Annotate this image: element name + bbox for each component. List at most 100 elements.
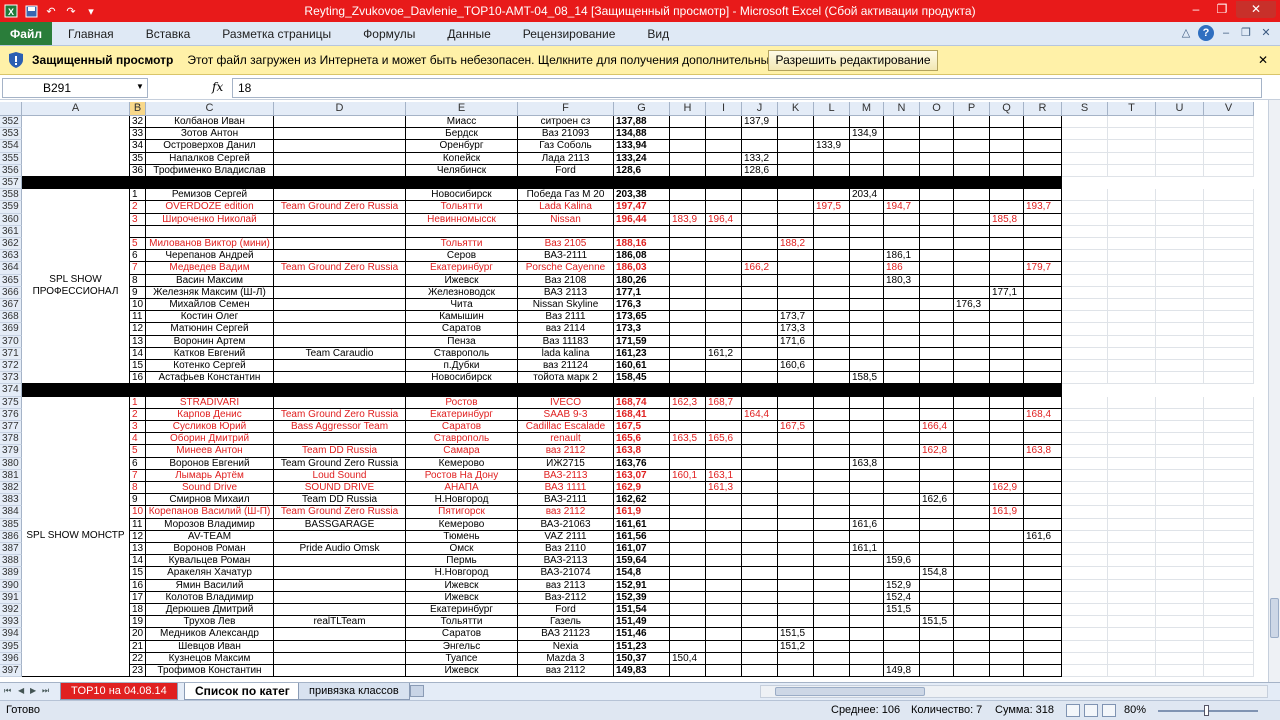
cell-l[interactable] bbox=[814, 604, 850, 617]
cell-s[interactable] bbox=[1062, 518, 1108, 531]
cell-s[interactable] bbox=[1062, 372, 1108, 385]
cell-v[interactable] bbox=[1204, 469, 1254, 482]
cell-m[interactable]: 161,6 bbox=[850, 518, 884, 531]
cell-d[interactable]: Pride Audio Omsk bbox=[274, 543, 406, 556]
cell-d[interactable] bbox=[274, 311, 406, 324]
cell-s[interactable] bbox=[1062, 543, 1108, 556]
cell-o[interactable] bbox=[920, 262, 954, 275]
cell-f[interactable]: ваз 2113 bbox=[518, 579, 614, 592]
cell-h[interactable] bbox=[670, 482, 706, 495]
cell-r[interactable] bbox=[1024, 347, 1062, 360]
cell-p[interactable] bbox=[954, 286, 990, 299]
cell-d[interactable] bbox=[274, 238, 406, 251]
cell-o[interactable] bbox=[920, 469, 954, 482]
cell-s[interactable] bbox=[1062, 238, 1108, 251]
cell-c[interactable]: Воронин Артем bbox=[146, 335, 274, 348]
cell-c[interactable]: Минеев Антон bbox=[146, 445, 274, 458]
cell-s[interactable] bbox=[1062, 628, 1108, 641]
cell-p[interactable] bbox=[954, 262, 990, 275]
row-number[interactable]: 360 bbox=[0, 213, 22, 226]
cell-u[interactable] bbox=[1156, 262, 1204, 275]
cell-l[interactable] bbox=[814, 299, 850, 312]
cell-f[interactable]: VAZ 2111 bbox=[518, 530, 614, 543]
cell-u[interactable] bbox=[1156, 164, 1204, 177]
cell-l[interactable] bbox=[814, 189, 850, 202]
cell-b[interactable]: 9 bbox=[130, 494, 146, 507]
cell-v[interactable] bbox=[1204, 482, 1254, 495]
close-button[interactable]: ✕ bbox=[1236, 1, 1276, 18]
cell-l[interactable] bbox=[814, 530, 850, 543]
cell-e[interactable]: Бердск bbox=[406, 128, 518, 141]
row-number[interactable]: 386 bbox=[0, 530, 22, 543]
cell-o[interactable] bbox=[920, 323, 954, 336]
cell-f[interactable]: Lada Kalina bbox=[518, 201, 614, 214]
cell-n[interactable] bbox=[884, 140, 920, 153]
cell-k[interactable]: 151,5 bbox=[778, 628, 814, 641]
cell-e[interactable]: Кемерово bbox=[406, 518, 518, 531]
workbook-close-icon[interactable]: ✕ bbox=[1258, 25, 1274, 41]
cell-t[interactable] bbox=[1108, 152, 1156, 165]
cell-k[interactable] bbox=[778, 482, 814, 495]
row-number[interactable]: 362 bbox=[0, 238, 22, 251]
cell-d[interactable] bbox=[274, 140, 406, 153]
cell-r[interactable] bbox=[1024, 652, 1062, 665]
cell-p[interactable] bbox=[954, 225, 990, 238]
cell-o[interactable] bbox=[920, 189, 954, 202]
cell-v[interactable] bbox=[1204, 579, 1254, 592]
column-header-l[interactable]: L bbox=[814, 102, 850, 116]
cell-n[interactable] bbox=[884, 189, 920, 202]
cell-k[interactable] bbox=[778, 652, 814, 665]
cell-j[interactable] bbox=[742, 469, 778, 482]
cell-d[interactable] bbox=[274, 213, 406, 226]
cell-d[interactable] bbox=[274, 250, 406, 263]
cell-o[interactable] bbox=[920, 604, 954, 617]
cell-b[interactable]: 10 bbox=[130, 299, 146, 312]
cell-d[interactable]: Team Ground Zero Russia bbox=[274, 408, 406, 421]
cell-q[interactable] bbox=[990, 567, 1024, 580]
cell-n[interactable] bbox=[884, 213, 920, 226]
cell-l[interactable] bbox=[814, 335, 850, 348]
cell-o[interactable] bbox=[920, 372, 954, 385]
cell-l[interactable]: 133,9 bbox=[814, 140, 850, 153]
cell-h[interactable] bbox=[670, 299, 706, 312]
cell-j[interactable]: 166,2 bbox=[742, 262, 778, 275]
cell-u[interactable] bbox=[1156, 152, 1204, 165]
cell-l[interactable] bbox=[814, 128, 850, 141]
cell-h[interactable] bbox=[670, 152, 706, 165]
cell-o[interactable] bbox=[920, 225, 954, 238]
cell-b[interactable]: 14 bbox=[130, 555, 146, 568]
cell-i[interactable] bbox=[706, 616, 742, 629]
cell-b[interactable]: 36 bbox=[130, 164, 146, 177]
cell-p[interactable] bbox=[954, 616, 990, 629]
cell-m[interactable] bbox=[850, 408, 884, 421]
cell-j[interactable] bbox=[742, 494, 778, 507]
cell-d[interactable] bbox=[274, 335, 406, 348]
cell-o[interactable] bbox=[920, 213, 954, 226]
cell-n[interactable] bbox=[884, 225, 920, 238]
cell-u[interactable] bbox=[1156, 140, 1204, 153]
cell-n[interactable] bbox=[884, 335, 920, 348]
cell-d[interactable] bbox=[274, 530, 406, 543]
cell-m[interactable]: 203,4 bbox=[850, 189, 884, 202]
cell-b[interactable]: 3 bbox=[130, 213, 146, 226]
cell-q[interactable] bbox=[990, 189, 1024, 202]
cell-q[interactable] bbox=[990, 543, 1024, 556]
cell-d[interactable] bbox=[274, 372, 406, 385]
cell-g[interactable]: 151,23 bbox=[614, 640, 670, 653]
row-number[interactable]: 381 bbox=[0, 469, 22, 482]
formula-input[interactable]: 18 bbox=[232, 78, 1262, 98]
cell-p[interactable] bbox=[954, 128, 990, 141]
cell-n[interactable] bbox=[884, 299, 920, 312]
cell-u[interactable] bbox=[1156, 445, 1204, 458]
cell-f[interactable]: Ford bbox=[518, 164, 614, 177]
cell-r[interactable]: 163,8 bbox=[1024, 445, 1062, 458]
cell-v[interactable] bbox=[1204, 286, 1254, 299]
cell-p[interactable] bbox=[954, 396, 990, 409]
cell-g[interactable]: 158,45 bbox=[614, 372, 670, 385]
cell-h[interactable] bbox=[670, 628, 706, 641]
cell-r[interactable] bbox=[1024, 469, 1062, 482]
row-number[interactable]: 370 bbox=[0, 335, 22, 348]
cell-n[interactable]: 180,3 bbox=[884, 274, 920, 287]
cell-j[interactable]: 133,2 bbox=[742, 152, 778, 165]
cell-s[interactable] bbox=[1062, 591, 1108, 604]
